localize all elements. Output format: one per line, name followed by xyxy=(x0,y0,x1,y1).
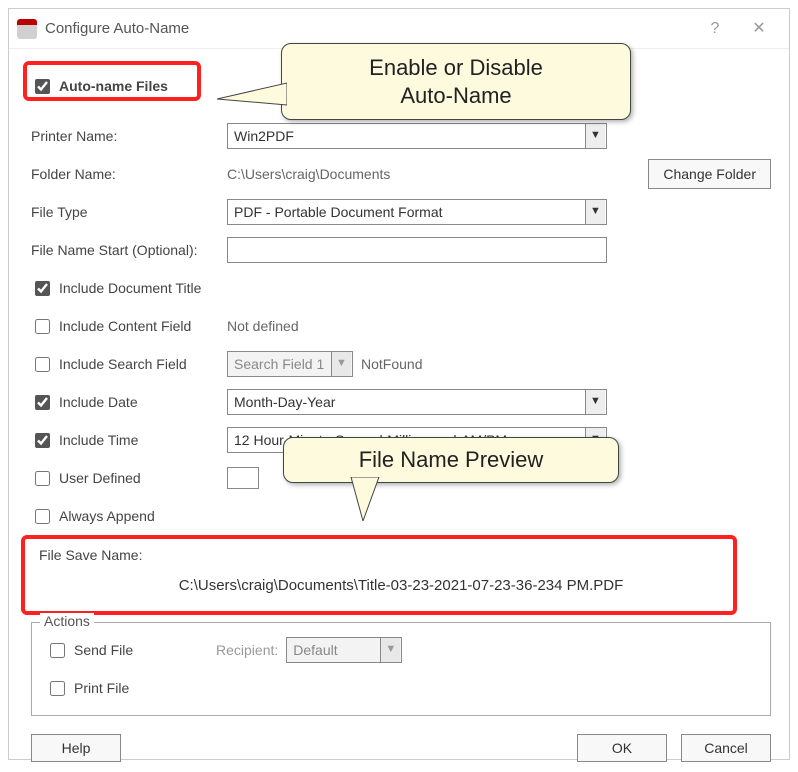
chevron-down-icon: ▼ xyxy=(331,352,351,376)
button-change-folder[interactable]: Change Folder xyxy=(648,159,771,189)
text-file-save-path: C:\Users\craig\Documents\Title-03-23-202… xyxy=(39,577,763,594)
close-icon[interactable]: ✕ xyxy=(737,13,781,45)
text-folder-path: C:\Users\craig\Documents xyxy=(227,166,640,182)
dropdown-recipient: Default ▼ xyxy=(286,637,402,663)
label-file-save-name: File Save Name: xyxy=(39,547,763,563)
chevron-down-icon[interactable]: ▼ xyxy=(585,390,605,414)
chevron-down-icon[interactable]: ▼ xyxy=(585,200,605,224)
button-help[interactable]: Help xyxy=(31,734,121,762)
button-ok[interactable]: OK xyxy=(577,734,667,762)
checkbox-autoname-files-input[interactable] xyxy=(35,79,50,94)
text-content-field-note: Not defined xyxy=(227,318,299,334)
checkbox-print-file[interactable]: Print File xyxy=(46,678,129,699)
legend-actions: Actions xyxy=(40,613,94,629)
window-title: Configure Auto-Name xyxy=(45,20,693,37)
text-search-field-note: NotFound xyxy=(361,356,422,372)
checkbox-always-append[interactable]: Always Append xyxy=(31,506,155,527)
checkbox-user-defined[interactable]: User Defined xyxy=(31,468,227,489)
button-cancel[interactable]: Cancel xyxy=(681,734,771,762)
chevron-down-icon: ▼ xyxy=(380,638,400,662)
dialog-window: Configure Auto-Name ? ✕ Enable or Disabl… xyxy=(8,8,790,760)
label-folder-name: Folder Name: xyxy=(31,166,227,182)
checkbox-include-search-field[interactable]: Include Search Field xyxy=(31,354,227,375)
checkbox-send-file[interactable]: Send File xyxy=(46,640,216,661)
dropdown-printer-name[interactable]: Win2PDF ▼ xyxy=(227,123,607,149)
checkbox-include-time[interactable]: Include Time xyxy=(31,430,227,451)
file-save-preview: File Save Name: C:\Users\craig\Documents… xyxy=(31,537,771,608)
label-filename-start: File Name Start (Optional): xyxy=(31,242,227,258)
fieldset-actions: Actions Send File Recipient: Default ▼ xyxy=(31,622,771,716)
label-printer-name: Printer Name: xyxy=(31,128,227,144)
callout-enable-disable: Enable or Disable Auto-Name xyxy=(281,43,631,120)
input-filename-start[interactable] xyxy=(227,237,607,263)
checkbox-autoname-files[interactable]: Auto-name Files xyxy=(31,76,168,97)
checkbox-include-date[interactable]: Include Date xyxy=(31,392,227,413)
label-file-type: File Type xyxy=(31,204,227,220)
dropdown-search-field: Search Field 1 ▼ xyxy=(227,351,353,377)
callout-tail-top xyxy=(217,75,287,111)
checkbox-include-content-field[interactable]: Include Content Field xyxy=(31,316,227,337)
callout-tail-mid xyxy=(339,477,389,521)
help-icon[interactable]: ? xyxy=(693,13,737,45)
chevron-down-icon[interactable]: ▼ xyxy=(585,124,605,148)
app-icon xyxy=(17,19,37,39)
callout-file-name-preview: File Name Preview xyxy=(283,437,619,483)
checkbox-include-doc-title[interactable]: Include Document Title xyxy=(31,278,201,299)
dropdown-date-format[interactable]: Month-Day-Year ▼ xyxy=(227,389,607,415)
dropdown-file-type[interactable]: PDF - Portable Document Format ▼ xyxy=(227,199,607,225)
label-recipient: Recipient: xyxy=(216,642,278,658)
input-user-defined[interactable] xyxy=(227,467,259,489)
